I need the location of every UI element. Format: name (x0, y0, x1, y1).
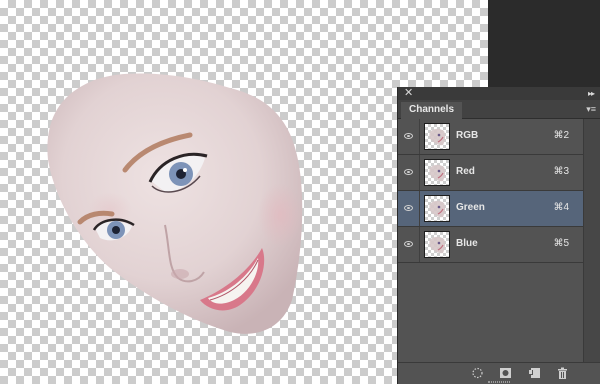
channel-shortcut: ⌘3 (553, 166, 569, 177)
eye-column-divider (419, 191, 420, 226)
scrollbar[interactable] (583, 119, 600, 363)
channel-shortcut: ⌘2 (553, 130, 569, 141)
load-selection-icon[interactable] (471, 367, 484, 379)
channel-row-green[interactable]: Green ⌘4 (398, 191, 583, 227)
channel-shortcut: ⌘4 (553, 202, 569, 213)
panel-title-bar[interactable]: ✕ ▸▸ (398, 87, 600, 100)
channel-thumbnail (424, 123, 450, 150)
channel-shortcut: ⌘5 (553, 238, 569, 249)
eye-column-divider (419, 227, 420, 262)
new-channel-icon[interactable] (528, 367, 541, 379)
channel-thumbnail (424, 231, 450, 258)
panel-resize-grip[interactable] (488, 381, 510, 383)
channel-name: Green (456, 202, 485, 213)
close-icon[interactable]: ✕ (404, 87, 413, 100)
channel-name: RGB (456, 130, 479, 141)
channel-thumbnail (424, 159, 450, 186)
visibility-eye-icon[interactable] (404, 241, 413, 247)
channels-panel: ✕ ▸▸ Channels ▾≡ RGB ⌘2 Red ⌘3 Green ⌘4 Blue ⌘5 (397, 87, 600, 384)
collapse-panel-icon[interactable]: ▸▸ (588, 87, 595, 100)
channel-thumbnail (424, 195, 450, 222)
trash-icon[interactable] (556, 367, 569, 379)
visibility-eye-icon[interactable] (404, 133, 413, 139)
channel-name: Blue (456, 238, 478, 249)
channel-name: Red (456, 166, 475, 177)
channel-row-red[interactable]: Red ⌘3 (398, 155, 583, 191)
channel-row-rgb[interactable]: RGB ⌘2 (398, 119, 583, 155)
eye-column-divider (419, 119, 420, 154)
tab-channels[interactable]: Channels (401, 102, 463, 119)
panel-bottom-toolbar (398, 362, 600, 384)
channel-row-blue[interactable]: Blue ⌘5 (398, 227, 583, 263)
eye-column-divider (419, 155, 420, 190)
panel-tab-bar: Channels ▾≡ (398, 100, 600, 119)
save-selection-icon[interactable] (499, 367, 512, 379)
visibility-eye-icon[interactable] (404, 169, 413, 175)
panel-menu-icon[interactable]: ▾≡ (586, 103, 596, 115)
visibility-eye-icon[interactable] (404, 205, 413, 211)
